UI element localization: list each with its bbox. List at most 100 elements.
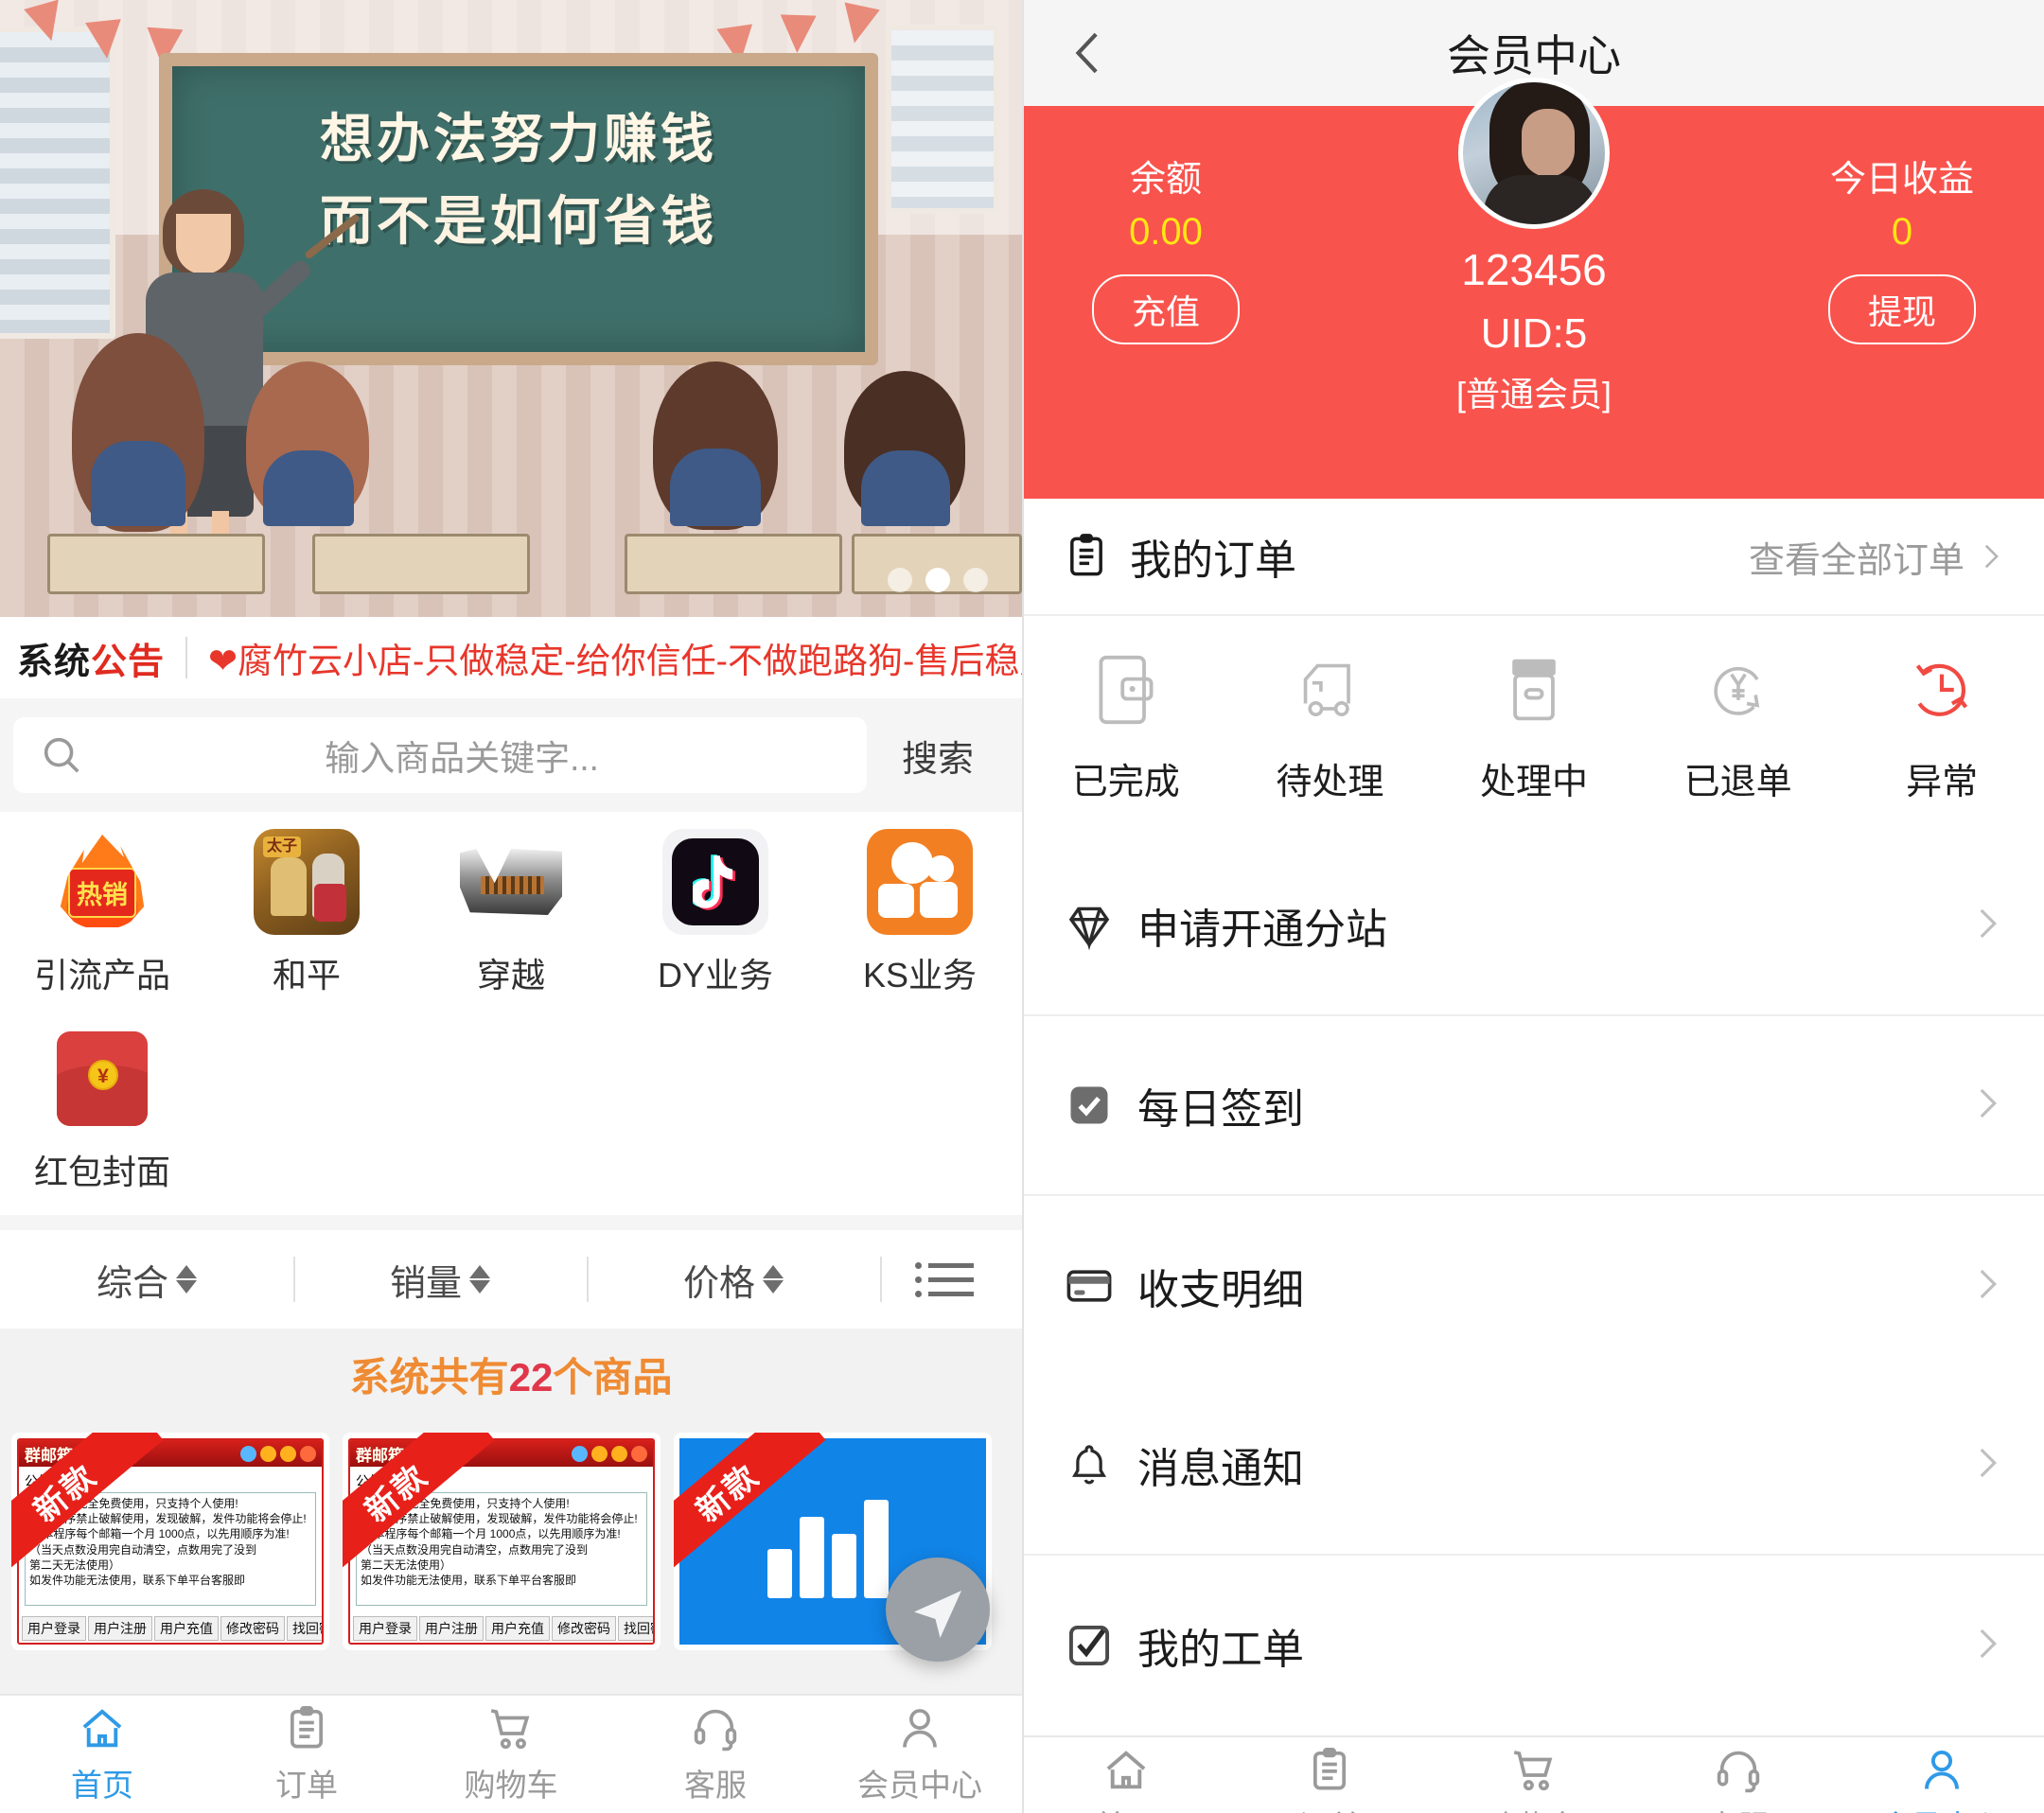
tab-orders[interactable]: 订单 [204,1704,409,1805]
menu-item-apply-substation[interactable]: 申请开通分站 [1024,836,2044,1016]
hot-sale-flame-icon: 热销 [49,829,155,935]
list-view-icon[interactable] [880,1249,1022,1310]
system-notice-bar[interactable]: 系统公告 ❤腐竹云小店-只做稳定-给你信任-不做跑路狗-售后稳定❤ [0,617,1022,698]
product-card[interactable]: 新款 群邮箱最强群发 公告 1. 本程序完全免费使用，只支持个人使用! 2. 本… [11,1433,329,1650]
user-info-section: 123456 UID:5 [普通会员] [1308,78,1760,416]
tab-support[interactable]: 客服 [613,1704,818,1805]
category-item-dy[interactable]: DY业务 [613,829,818,997]
category-label: KS业务 [862,956,978,995]
order-status-refunded[interactable]: 已退单 [1636,650,1841,804]
product-list: 新款 群邮箱最强群发 公告 1. 本程序完全免费使用，只支持个人使用! 2. 本… [0,1419,1022,1694]
paper-plane-icon [914,1591,961,1638]
order-status-processing[interactable]: 处理中 [1432,650,1636,804]
tab-member-center[interactable]: 会员中心 [1840,1746,2044,1813]
user-level-badge: [普通会员] [1455,375,1612,414]
back-chevron-icon[interactable] [1062,25,1119,81]
income-section: 今日收益 0 提现 [1760,106,2044,344]
crossfire-game-icon [458,829,564,935]
headset-icon [694,1709,737,1751]
sort-arrows-icon [176,1265,197,1294]
douyin-tiktok-icon [662,829,768,935]
banner-dot-3[interactable] [963,568,988,592]
desks [0,532,1022,594]
order-status-label: 已完成 [1071,763,1180,802]
user-icon [1925,1750,1960,1789]
tab-home[interactable]: 首页 [0,1704,204,1805]
withdraw-button[interactable]: 提现 [1827,274,1976,344]
banner-dot-2[interactable] [925,568,950,592]
category-item-heping[interactable]: 太子 和平 [204,829,409,997]
search-input[interactable]: 输入商品关键字... [83,730,840,781]
banner-dots[interactable] [888,568,988,592]
menu-item-daily-checkin[interactable]: 每日签到 [1024,1016,2044,1196]
box-icon [1512,659,1556,721]
tab-label: 订单 [275,1767,338,1803]
menu-item-transactions[interactable]: 收支明细 [1024,1196,2044,1376]
profile-card: 余额 0.00 充值 123456 UID:5 [普通会员] 今日收益 0 提现 [1024,78,2044,499]
sort-option-comprehensive[interactable]: 综合 [0,1249,293,1310]
banner-dot-1[interactable] [888,568,912,592]
balance-section: 余额 0.00 充值 [1024,106,1308,344]
category-label: 和平 [272,956,341,995]
recharge-button[interactable]: 充值 [1091,274,1240,344]
page-title: 会员中心 [1447,31,1621,80]
order-clipboard-icon [1313,1747,1347,1789]
tab-cart[interactable]: 购物车 [409,1704,613,1805]
order-status-completed[interactable]: 已完成 [1024,650,1228,804]
category-item-liuliang[interactable]: 热销 引流产品 [0,829,204,997]
order-status-abnormal[interactable]: 异常 [1840,650,2044,804]
search-button[interactable]: 搜索 [867,730,1009,782]
promo-banner[interactable]: 想办法努力赚钱 而不是如何省钱 [0,0,1022,617]
view-all-orders-link[interactable]: 查看全部订单 [1749,531,2006,583]
order-clipboard-icon [290,1705,324,1748]
menu-item-my-tickets[interactable]: 我的工单 [1024,1556,2044,1735]
tab-member-center[interactable]: 会员中心 [818,1704,1022,1805]
order-status-label: 处理中 [1479,763,1588,802]
order-status-label: 待处理 [1276,763,1384,802]
order-status-pending[interactable]: 待处理 [1228,650,1433,804]
tab-label: 购物车 [464,1767,558,1803]
window-left [0,26,115,339]
member-center-panel: 会员中心 余额 0.00 充值 123456 UID:5 [普通会员] 今日收益… [1022,0,2044,1813]
order-status-grid: 已完成 待处理 处理中 已退单 异常 [1024,616,2044,836]
count-suffix: 个商品 [553,1354,673,1399]
chart-bars-icon [762,1485,904,1598]
notice-tag-black: 系统 [17,642,92,682]
diamond-icon [1062,898,1117,953]
tab-home[interactable]: 首页 [1024,1746,1228,1813]
checkbox-checked-icon [1062,1078,1117,1133]
checkbox-square-icon [1062,1618,1117,1673]
sort-option-sales[interactable]: 销量 [293,1249,587,1310]
category-placeholder [818,1026,1022,1194]
menu-item-label: 收支明细 [1137,1267,1304,1313]
headset-icon [1717,1751,1759,1792]
income-value: 0 [1891,211,1913,253]
tab-cart[interactable]: 购物车 [1432,1746,1636,1813]
menu-item-notifications[interactable]: 消息通知 [1024,1376,2044,1556]
floating-action-button[interactable] [886,1558,990,1662]
hot-sale-badge-text: 热销 [68,867,136,918]
menu-item-label: 消息通知 [1137,1446,1304,1492]
tab-support[interactable]: 客服 [1636,1746,1841,1813]
cart-icon [1513,1750,1553,1790]
category-item-ks[interactable]: KS业务 [818,829,1022,997]
sort-label: 销量 [389,1263,462,1304]
avatar[interactable] [1458,78,1610,229]
user-uid: UID:5 [1480,310,1588,357]
category-item-chuanyue[interactable]: 穿越 [409,829,613,997]
red-packet-icon: ¥ [49,1026,155,1132]
pubg-game-icon: 太子 [254,829,360,935]
menu-item-label: 我的工单 [1137,1627,1304,1673]
sort-label: 价格 [682,1263,755,1304]
sort-option-price[interactable]: 价格 [587,1249,880,1310]
product-count-banner: 系统共有22个商品 [0,1329,1022,1419]
balance-value: 0.00 [1129,211,1203,253]
students-illustration [0,295,1022,560]
screenshot-tabs: 用户登录用户注册 用户充值修改密码 找回密码 [19,1616,322,1641]
category-item-hongbao[interactable]: ¥ 红包封面 [0,1026,204,1194]
search-field[interactable]: 输入商品关键字... [13,717,867,793]
product-card[interactable]: 新款 群邮箱最强群发 公告 1. 本程序完全免费使用，只支持个人使用! 2. 本… [343,1433,661,1650]
chevron-right-icon [1966,1624,2006,1668]
tab-orders[interactable]: 订单 [1228,1746,1433,1813]
tab-label: 客服 [1707,1802,1770,1813]
